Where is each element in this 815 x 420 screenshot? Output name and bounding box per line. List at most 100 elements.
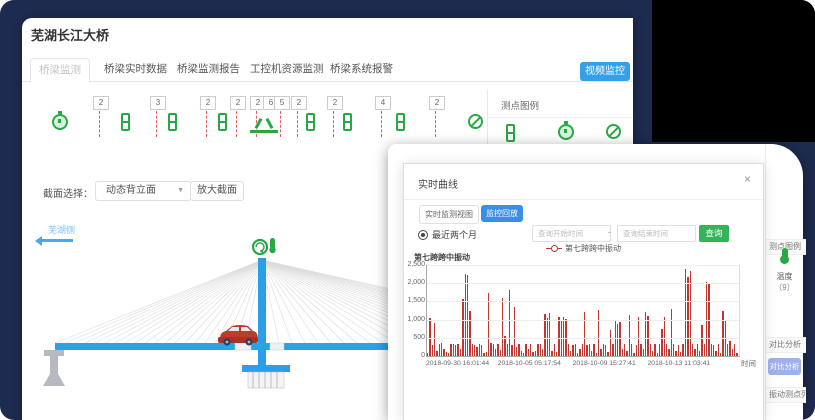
legend-label: 第七跨跨中振动 [565, 244, 621, 253]
tab-monitor-playback[interactable]: 监控回放 [481, 205, 523, 222]
y-axis-label: 0 [403, 352, 425, 359]
ban-icon[interactable] [468, 114, 483, 129]
dialog-title: 实时曲线 [418, 176, 458, 191]
chart-bar [598, 310, 599, 356]
chart-bar [661, 329, 662, 356]
chart-bar [523, 353, 524, 356]
sensor-count-badge: 5 [274, 96, 290, 110]
chart-plot: 05001,0001,5002,0002,500 [426, 265, 740, 357]
chart-bar [439, 344, 440, 356]
chart-bar [680, 352, 681, 356]
tab-realtime-view[interactable]: 实时监测视图 [419, 205, 479, 224]
query-end-time-input[interactable]: 查询结束时间 [617, 225, 696, 242]
clock-icon[interactable] [558, 124, 574, 140]
chart-bar [497, 344, 498, 356]
chart-bar [455, 345, 456, 356]
sensor-dash-line [206, 111, 207, 137]
sensor-dash-line [280, 111, 281, 137]
chart-bar [657, 353, 658, 356]
temperature-item[interactable]: 温度 （9） [766, 248, 803, 293]
recent-two-months-radio[interactable] [418, 230, 428, 240]
gridline [427, 283, 739, 284]
tab-monitor-report[interactable]: 桥梁监测报告 [169, 58, 248, 80]
y-axis-label: 1,500 [403, 297, 425, 304]
compare-header: 对比分析 [766, 337, 806, 353]
chart-bar [518, 344, 519, 356]
chart-bar [457, 344, 458, 356]
link-icon[interactable] [396, 113, 405, 131]
sensor-dash-line [297, 111, 298, 137]
chart-bar [624, 344, 625, 356]
link-icon[interactable] [343, 113, 352, 131]
chart-bar [647, 316, 648, 356]
chart-bar [711, 344, 712, 356]
video-monitor-button[interactable]: 视频监控 [580, 62, 630, 81]
sensor-dash-line [156, 111, 157, 137]
query-start-time-input[interactable]: 查询开始时间 [532, 225, 611, 242]
link-icon[interactable] [168, 113, 177, 131]
y-axis-label: 2,500 [403, 261, 425, 268]
section-dropdown[interactable]: 动态背立面 ▼ [95, 181, 191, 201]
chart-bar [525, 344, 526, 356]
chart-bar [490, 343, 491, 356]
chart-bar [736, 353, 737, 356]
search-button[interactable]: 查询 [699, 225, 729, 242]
chart-bar [488, 293, 489, 356]
compare-analysis-button[interactable]: 对比分析 [768, 358, 801, 375]
ban-icon[interactable] [606, 124, 621, 139]
link-icon[interactable] [506, 124, 515, 142]
chart-bar [629, 315, 630, 356]
chart-bar [509, 290, 510, 356]
chart-bar [446, 352, 447, 356]
point-list-header: 振动测点列表 [766, 387, 806, 403]
gridline [427, 338, 739, 339]
chart-bars [427, 265, 739, 356]
clock-icon[interactable] [52, 114, 68, 130]
chart-bar [640, 344, 641, 356]
chart-bar [448, 353, 449, 356]
sensor-count-badge: 2 [429, 96, 445, 110]
chart-bar [704, 344, 705, 356]
link-icon[interactable] [121, 113, 130, 131]
chart-bar [668, 349, 669, 356]
chart-bar [591, 351, 592, 356]
chart-bar [472, 344, 473, 356]
chart-bar [486, 352, 487, 356]
tab-realtime-data[interactable]: 桥梁实时数据 [96, 58, 175, 80]
thermometer-icon [782, 248, 788, 261]
chart-bar [596, 353, 597, 356]
chart-bar [577, 353, 578, 356]
chart-bar [558, 317, 559, 356]
rotation-sensor-icon [253, 240, 267, 254]
chart-bar [650, 344, 651, 356]
chart-bar [610, 330, 611, 356]
chart-bar [666, 344, 667, 356]
chart-bar [481, 345, 482, 356]
chart-bar [500, 350, 501, 356]
chart-bar [687, 277, 688, 356]
chart-bar [638, 317, 639, 356]
link-icon[interactable] [218, 113, 227, 131]
link-icon[interactable] [306, 113, 315, 131]
zoom-section-button[interactable]: 放大截面 [190, 181, 244, 201]
chart-bar [476, 347, 477, 356]
sensor-count-badge: 2 [200, 96, 216, 110]
chart-bar [600, 349, 601, 356]
nav-tabbar: 桥梁监测 桥梁实时数据 桥梁监测报告 工控机资源监测 桥梁系统报警 [22, 58, 633, 82]
chart-bar [713, 345, 714, 356]
tab-ipc-resource[interactable]: 工控机资源监测 [242, 58, 332, 80]
close-icon[interactable]: × [744, 173, 751, 185]
tab-system-alarm[interactable]: 桥梁系统报警 [322, 58, 401, 80]
sensor-dash-line [381, 111, 382, 137]
background-video-window [652, 0, 815, 142]
chart-bar [465, 274, 466, 356]
tab-bridge-monitor[interactable]: 桥梁监测 [30, 58, 90, 83]
bridge-icon[interactable] [250, 118, 278, 133]
chart-bar [612, 344, 613, 356]
chart-bar [607, 352, 608, 356]
divider [404, 199, 763, 200]
chart-bar [729, 341, 730, 356]
chart-bar [589, 344, 590, 356]
overlay-right-panel: 测点图例 温度 （9） 对比分析 对比分析 振动测点列表 [765, 144, 803, 420]
date-range-separator: - [608, 227, 611, 237]
